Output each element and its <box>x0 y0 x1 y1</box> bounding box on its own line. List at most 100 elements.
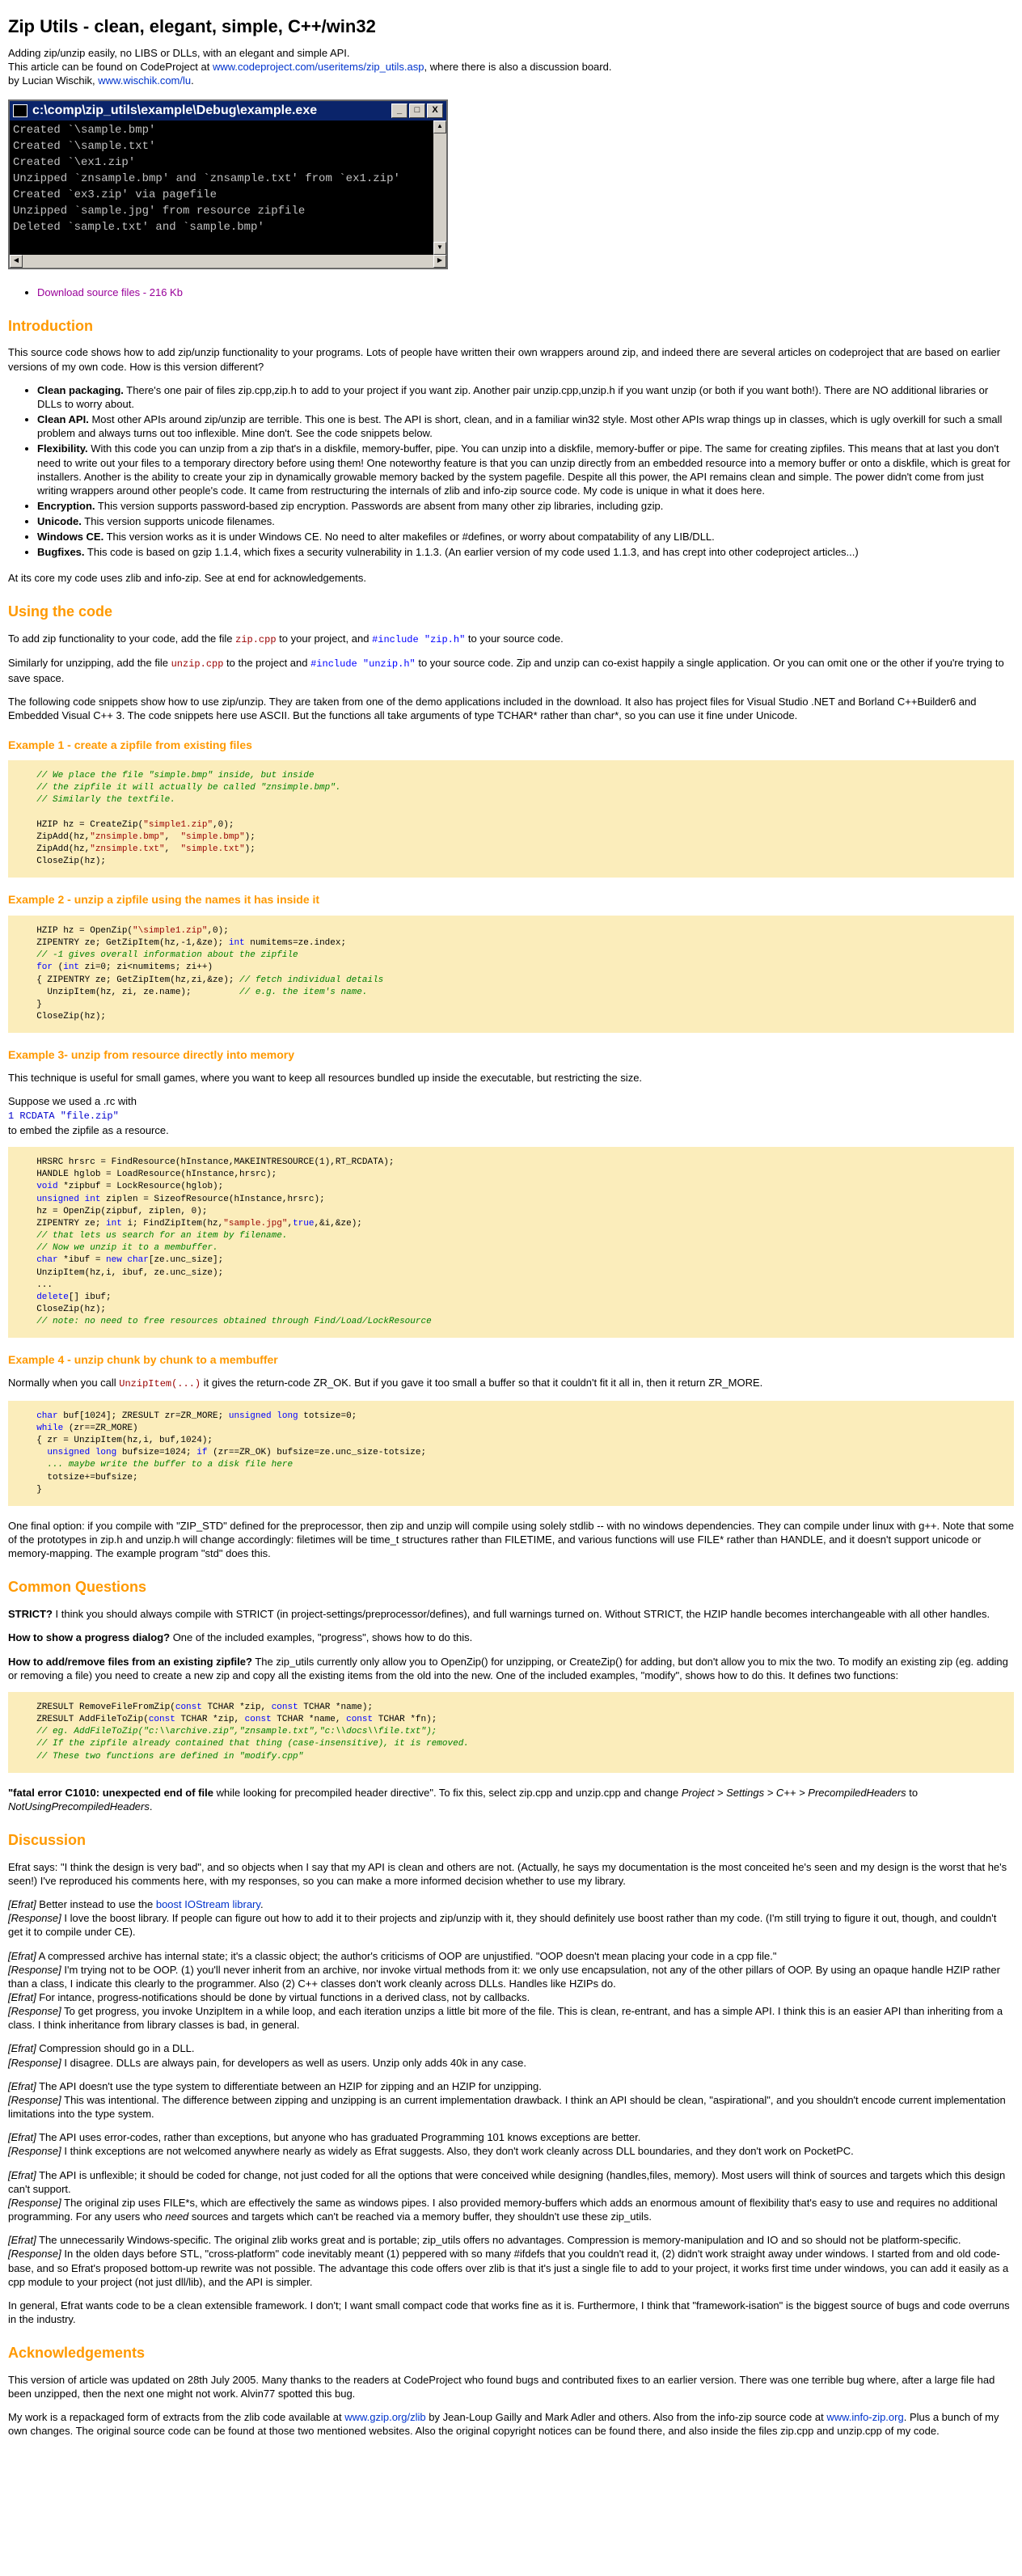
console-line: Created `ex3.zip' via pagefile <box>13 188 217 201</box>
speaker-efrat: [Efrat] <box>8 1949 36 1962</box>
discussion-exchange-3: [Efrat] Compression should go in a DLL. … <box>8 2041 1014 2069</box>
efrat-text: For intance, progress-notifications shou… <box>36 1991 530 2003</box>
console-titlebar: c:\comp\zip_utils\example\Debug\example.… <box>10 100 446 121</box>
using-paragraph-2: Similarly for unzipping, add the file un… <box>8 656 1014 685</box>
intro-line-3: by Lucian Wischik, www.wischik.com/lu. <box>8 74 1014 87</box>
console-line: Created `\ex1.zip' <box>13 155 136 169</box>
efrat-text: . <box>260 1898 264 1911</box>
text: Normally when you call <box>8 1376 120 1389</box>
text: To add zip functionality to your code, a… <box>8 632 236 645</box>
response-text: I love the boost library. If people can … <box>8 1912 997 1939</box>
article-page: Zip Utils - clean, elegant, simple, C++/… <box>0 0 1022 2460</box>
console-window-screenshot: c:\comp\zip_utils\example\Debug\example.… <box>8 99 448 269</box>
example-4-paragraph: Normally when you call UnzipItem(...) it… <box>8 1376 1014 1391</box>
code-example-2: HZIP hz = OpenZip("\simple1.zip",0); ZIP… <box>8 915 1014 1034</box>
feature-text: Most other APIs around zip/unzip are ter… <box>37 413 1003 440</box>
speaker-efrat: [Efrat] <box>8 2131 36 2144</box>
inline-code: zip.cpp <box>235 633 277 645</box>
code-example-4: char buf[1024]; ZRESULT zr=ZR_MORE; unsi… <box>8 1400 1014 1506</box>
example-3-rc-note: Suppose we used a .rc with 1 RCDATA "file… <box>8 1094 1014 1137</box>
introduction-paragraph: This source code shows how to add zip/un… <box>8 346 1001 373</box>
discussion-exchange-4: [Efrat] The API doesn't use the type sys… <box>8 2079 1014 2121</box>
response-text: I'm trying not to be OOP. (1) you'll nev… <box>8 1963 1000 1990</box>
response-text: sources and targets which can't be reach… <box>188 2210 652 2223</box>
discussion-exchange-7: [Efrat] The unnecessarily Windows-specif… <box>8 2233 1014 2289</box>
speaker-efrat: [Efrat] <box>8 2042 36 2055</box>
feature-title: Encryption. <box>37 499 95 512</box>
feature-text: This version works as it is under Window… <box>103 531 715 544</box>
feature-title: Unicode. <box>37 515 82 528</box>
response-emphasis: need <box>165 2210 189 2223</box>
text: by Jean-Loup Gailly and Mark Adler and o… <box>425 2411 827 2424</box>
code-modify-functions: ZRESULT RemoveFileFromZip(const TCHAR *z… <box>8 1691 1014 1773</box>
codeproject-link[interactable]: www.codeproject.com/useritems/zip_utils.… <box>213 61 424 73</box>
speaker-response: [Response] <box>8 1963 61 1976</box>
faq-add-remove: How to add/remove files from an existing… <box>8 1655 1014 1682</box>
heading-discussion: Discussion <box>8 1832 87 1848</box>
feature-title: Clean API. <box>37 413 89 426</box>
page-title: Zip Utils - clean, elegant, simple, C++/… <box>8 16 376 36</box>
ack-paragraph-2: My work is a repackaged form of extracts… <box>8 2410 1014 2438</box>
discussion-exchange-1: [Efrat] Better instead to use the boost … <box>8 1897 1014 1939</box>
text: Suppose we used a .rc with <box>8 1094 137 1107</box>
code-example-3: HRSRC hrsrc = FindResource(hInstance,MAK… <box>8 1147 1014 1339</box>
console-line: Created `\sample.txt' <box>13 139 156 153</box>
efrat-text: The API uses error-codes, rather than ex… <box>36 2131 641 2144</box>
text: to the project and <box>223 657 311 670</box>
author-link[interactable]: www.wischik.com/lu <box>98 74 191 87</box>
faq-answer: to <box>906 1786 919 1799</box>
close-icon: X <box>427 103 443 118</box>
speaker-efrat: [Efrat] <box>8 1991 36 2003</box>
zlib-link[interactable]: www.gzip.org/zlib <box>344 2411 425 2423</box>
console-hscrollbar: ◀ ▶ <box>10 254 446 268</box>
download-item: Download source files - 216 Kb <box>37 286 1014 299</box>
heading-example-3: Example 3- unzip from resource directly … <box>8 1048 294 1062</box>
text: My work is a repackaged form of extracts… <box>8 2411 345 2424</box>
feature-text: This code is based on gzip 1.1.4, which … <box>84 546 859 559</box>
console-output: Created `\sample.bmp' Created `\sample.tx… <box>10 120 433 255</box>
speaker-efrat: [Efrat] <box>8 2079 36 2092</box>
code-example-1: // We place the file "simple.bmp" inside… <box>8 760 1014 878</box>
feature-item: Windows CE. This version works as it is … <box>37 530 1014 544</box>
inline-code: unzip.cpp <box>171 658 224 670</box>
feature-item: Encryption. This version supports passwo… <box>37 499 1014 513</box>
minimize-icon: _ <box>391 103 408 118</box>
ack-paragraph-1: This version of article was updated on 2… <box>8 2373 995 2400</box>
faq-question: STRICT? <box>8 1608 53 1621</box>
info-zip-link[interactable]: www.info-zip.org <box>826 2411 903 2423</box>
download-source-link[interactable]: Download source files - 216 Kb <box>37 286 183 298</box>
download-list: Download source files - 216 Kb <box>8 286 1014 299</box>
maximize-icon: □ <box>409 103 425 118</box>
faq-answer-path: Project > Settings > C++ > PrecompiledHe… <box>681 1786 906 1799</box>
intro-line-1: Adding zip/unzip easily, no LIBS or DLLs… <box>8 47 350 60</box>
speaker-response: [Response] <box>8 2145 61 2158</box>
faq-answer: One of the included examples, "progress"… <box>170 1631 473 1644</box>
discussion-exchange-2: [Efrat] A compressed archive has interna… <box>8 1949 1014 2032</box>
final-option-paragraph: One final option: if you compile with "Z… <box>8 1519 1014 1560</box>
using-paragraph-1: To add zip functionality to your code, a… <box>8 632 1014 647</box>
faq-answer-path: NotUsingPrecompiledHeaders <box>8 1800 150 1813</box>
efrat-text: The unnecessarily Windows-specific. The … <box>36 2234 961 2247</box>
faq-question: How to show a progress dialog? <box>8 1631 171 1644</box>
speaker-response: [Response] <box>8 2005 61 2018</box>
boost-link[interactable]: boost IOStream library <box>156 1898 260 1910</box>
console-title: c:\comp\zip_utils\example\Debug\example.… <box>32 103 318 117</box>
heading-example-2: Example 2 - unzip a zipfile using the na… <box>8 893 320 907</box>
scroll-right-icon: ▶ <box>433 254 446 268</box>
discussion-block: Efrat says: "I think the design is very … <box>8 1860 1014 2326</box>
heading-acknowledgements: Acknowledgements <box>8 2345 146 2362</box>
scroll-left-icon: ◀ <box>10 254 23 268</box>
heading-common-questions: Common Questions <box>8 1579 147 1596</box>
efrat-text: The API doesn't use the type system to d… <box>36 2079 542 2092</box>
text: to embed the zipfile as a resource. <box>8 1123 169 1136</box>
response-text: I think exceptions are not welcomed anyw… <box>61 2145 854 2158</box>
speaker-response: [Response] <box>8 2196 61 2209</box>
feature-item: Clean API. Most other APIs around zip/un… <box>37 412 1014 440</box>
speaker-efrat: [Efrat] <box>8 1898 36 1911</box>
inline-code: #include "unzip.h" <box>310 658 416 670</box>
faq-c1010: "fatal error C1010: unexpected end of fi… <box>8 1786 1014 1813</box>
console-icon <box>13 104 27 117</box>
feature-item: Bugfixes. This code is based on gzip 1.1… <box>37 545 1014 559</box>
feature-title: Clean packaging. <box>37 383 124 396</box>
intro-text: This article can be found on CodeProject… <box>8 61 213 74</box>
